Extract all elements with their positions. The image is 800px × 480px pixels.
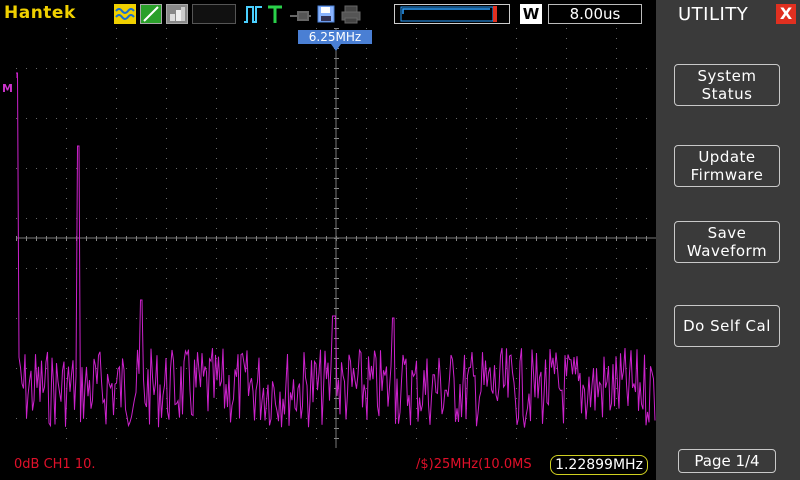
timebase-display: 8.00us [548,4,642,24]
trigger-edge-icon[interactable] [242,4,264,24]
center-frequency-marker: 6.25MHz [298,30,372,44]
mode-waveform-icon[interactable] [114,4,136,24]
memory-waveform-icon [394,4,510,24]
mode-spacer-box [192,4,236,24]
brand-logo: Hantek [4,3,76,23]
mode-line-icon[interactable] [140,4,162,24]
update-firmware-button[interactable]: Update Firmware [674,145,780,187]
close-icon[interactable]: X [776,4,796,24]
panel-title: UTILITY [678,4,749,25]
math-marker-label: M [2,82,13,95]
save-disk-icon[interactable] [316,4,336,24]
button-label-line2: Status [701,85,753,103]
mode-dots-icon[interactable] [166,4,188,24]
button-label: Do Self Cal [683,317,771,335]
probe-icon [288,4,312,24]
channel-status: 0dB CH1 10. [14,457,96,472]
button-label-line1: Save [707,224,747,242]
button-label-line1: System [697,67,757,85]
trigger-t-icon[interactable] [266,4,284,24]
self-calibration-button[interactable]: Do Self Cal [674,305,780,347]
page-button[interactable]: Page 1/4 [678,449,776,473]
button-label-line1: Update [698,148,756,166]
sample-status: /$)25MHz(10.0MS [416,457,532,472]
button-label-line2: Firmware [690,166,764,184]
window-mode-icon[interactable]: W [520,4,542,24]
center-frequency-pointer-icon [331,44,341,51]
frequency-counter: 1.22899MHz [550,455,648,475]
print-icon [340,4,362,24]
grid-graticule [16,28,656,448]
waveform-screen [16,28,656,448]
system-status-button[interactable]: System Status [674,64,780,106]
save-waveform-button[interactable]: Save Waveform [674,221,780,263]
button-label-line2: Waveform [686,242,768,260]
